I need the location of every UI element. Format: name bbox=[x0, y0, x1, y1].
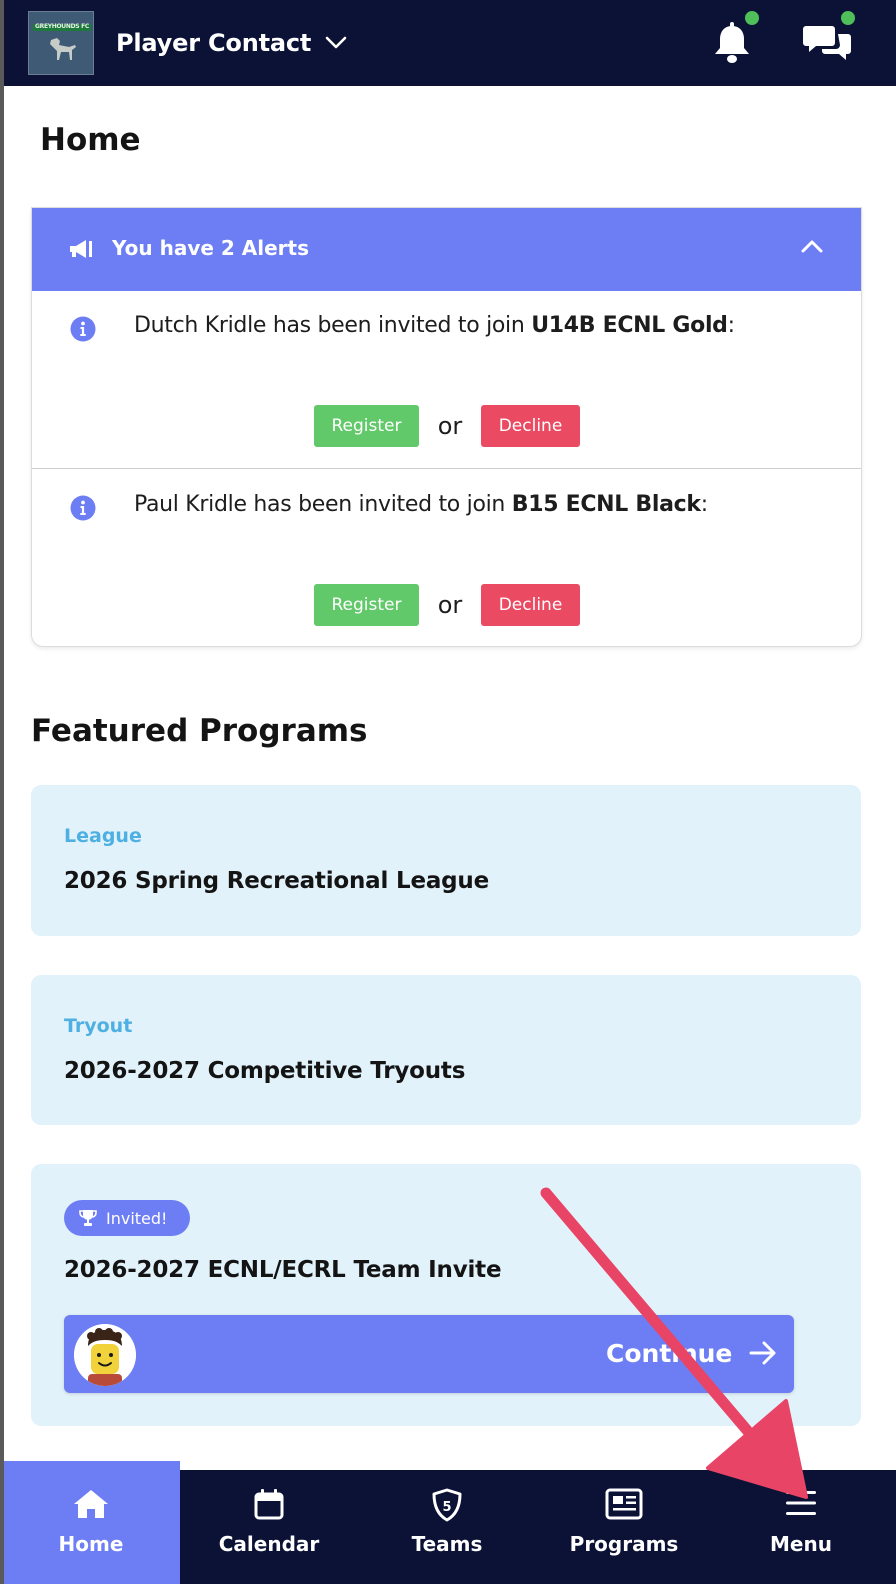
bottom-nav: Home Calendar 5 Teams Programs Menu bbox=[0, 1461, 896, 1584]
program-name: 2026 Spring Recreational League bbox=[64, 868, 490, 894]
messages-button[interactable] bbox=[800, 8, 860, 66]
nav-tab-home[interactable]: Home bbox=[2, 1461, 180, 1584]
account-name: Player Contact bbox=[116, 29, 312, 57]
program-name: 2026-2027 Competitive Tryouts bbox=[64, 1058, 466, 1084]
info-icon bbox=[70, 316, 96, 342]
featured-programs-title: Featured Programs bbox=[31, 713, 368, 749]
chevron-up-icon[interactable] bbox=[800, 238, 824, 254]
notification-dot bbox=[742, 8, 762, 28]
notifications-button[interactable] bbox=[712, 8, 762, 66]
decline-button[interactable]: Decline bbox=[481, 584, 580, 626]
alert-actions: Register or Decline bbox=[314, 405, 580, 447]
nav-tab-programs[interactable]: Programs bbox=[535, 1470, 713, 1584]
alerts-title: You have 2 Alerts bbox=[112, 236, 309, 260]
window-edge bbox=[0, 0, 4, 1584]
account-switcher[interactable]: Player Contact bbox=[116, 24, 347, 62]
program-type: League bbox=[64, 825, 142, 847]
svg-text:5: 5 bbox=[442, 1500, 451, 1515]
decline-button[interactable]: Decline bbox=[481, 405, 580, 447]
invited-badge: Invited! bbox=[64, 1200, 190, 1236]
program-card-team-invite: Invited! 2026-2027 ECNL/ECRL Team Invite… bbox=[31, 1164, 861, 1426]
top-bar: GREYHOUNDS FC Player Contact bbox=[0, 0, 896, 86]
home-icon bbox=[74, 1490, 108, 1518]
alert-message: Paul Kridle has been invited to join B15… bbox=[134, 492, 708, 517]
program-name: 2026-2027 ECNL/ECRL Team Invite bbox=[64, 1257, 502, 1283]
player-avatar-icon bbox=[74, 1324, 136, 1386]
greyhound-icon bbox=[50, 38, 76, 60]
invited-badge-label: Invited! bbox=[106, 1208, 168, 1228]
alert-message-text: Paul Kridle has been invited to join bbox=[134, 492, 512, 517]
alert-actions: Register or Decline bbox=[314, 584, 580, 626]
alerts-panel: You have 2 Alerts Dutch Kridle has been … bbox=[31, 207, 862, 647]
alert-message: Dutch Kridle has been invited to join U1… bbox=[134, 313, 735, 338]
register-button[interactable]: Register bbox=[314, 584, 419, 626]
alerts-header[interactable]: You have 2 Alerts bbox=[32, 208, 861, 291]
continue-button[interactable]: Continue bbox=[64, 1315, 794, 1393]
club-logo[interactable]: GREYHOUNDS FC bbox=[28, 11, 94, 75]
or-label: or bbox=[437, 591, 463, 619]
register-button[interactable]: Register bbox=[314, 405, 419, 447]
or-label: or bbox=[437, 412, 463, 440]
nav-tab-teams[interactable]: 5 Teams bbox=[358, 1470, 536, 1584]
nav-label-programs: Programs bbox=[569, 1532, 679, 1556]
logo-text: GREYHOUNDS FC bbox=[35, 23, 89, 30]
shield-icon: 5 bbox=[432, 1488, 462, 1522]
continue-label: Continue bbox=[606, 1339, 733, 1368]
nav-label-home: Home bbox=[58, 1532, 124, 1556]
bell-icon bbox=[715, 22, 749, 63]
alert-item: Dutch Kridle has been invited to join U1… bbox=[32, 291, 861, 469]
newspaper-icon bbox=[605, 1488, 643, 1520]
nav-label-calendar: Calendar bbox=[218, 1532, 320, 1556]
nav-label-teams: Teams bbox=[411, 1532, 483, 1556]
program-card-tryout[interactable]: Tryout 2026-2027 Competitive Tryouts bbox=[31, 975, 861, 1125]
program-type: Tryout bbox=[64, 1015, 133, 1037]
hamburger-icon bbox=[786, 1491, 816, 1515]
page-title: Home bbox=[40, 122, 141, 158]
avatar bbox=[74, 1324, 136, 1386]
alert-message-text: Dutch Kridle has been invited to join bbox=[134, 313, 532, 338]
nav-tab-calendar[interactable]: Calendar bbox=[180, 1470, 358, 1584]
arrow-right-icon bbox=[749, 1341, 776, 1365]
nav-label-menu: Menu bbox=[770, 1532, 832, 1556]
program-card-league[interactable]: League 2026 Spring Recreational League bbox=[31, 785, 861, 936]
alert-suffix: : bbox=[727, 313, 735, 338]
logo-banner: GREYHOUNDS FC bbox=[33, 23, 91, 31]
info-icon bbox=[70, 495, 96, 521]
nav-tab-menu[interactable]: Menu bbox=[712, 1470, 890, 1584]
alert-team-name: U14B ECNL Gold bbox=[531, 313, 728, 338]
chevron-down-icon bbox=[325, 36, 347, 49]
message-dot bbox=[838, 8, 858, 28]
trophy-icon bbox=[79, 1210, 97, 1226]
alert-suffix: : bbox=[700, 492, 708, 517]
alert-team-name: B15 ECNL Black bbox=[511, 492, 701, 517]
calendar-icon bbox=[254, 1489, 284, 1520]
megaphone-icon bbox=[70, 240, 92, 258]
alert-item: Paul Kridle has been invited to join B15… bbox=[32, 470, 861, 646]
